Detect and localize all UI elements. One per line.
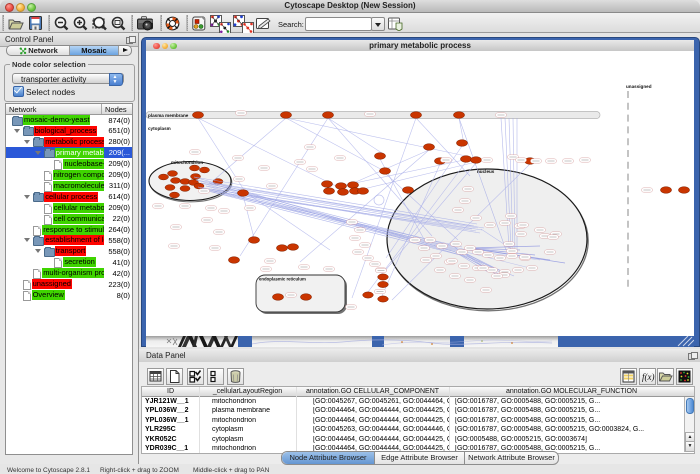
svg-text:mitochondrion: mitochondrion xyxy=(171,160,203,165)
svg-text:nucleus: nucleus xyxy=(477,169,495,174)
svg-text:endoplasmic reticulum: endoplasmic reticulum xyxy=(259,277,306,282)
svg-text:f(x): f(x) xyxy=(642,372,655,382)
svg-text:cytoplasm: cytoplasm xyxy=(148,126,171,131)
svg-text:plasma membrane: plasma membrane xyxy=(148,113,189,118)
svg-text:unassigned: unassigned xyxy=(626,84,652,89)
